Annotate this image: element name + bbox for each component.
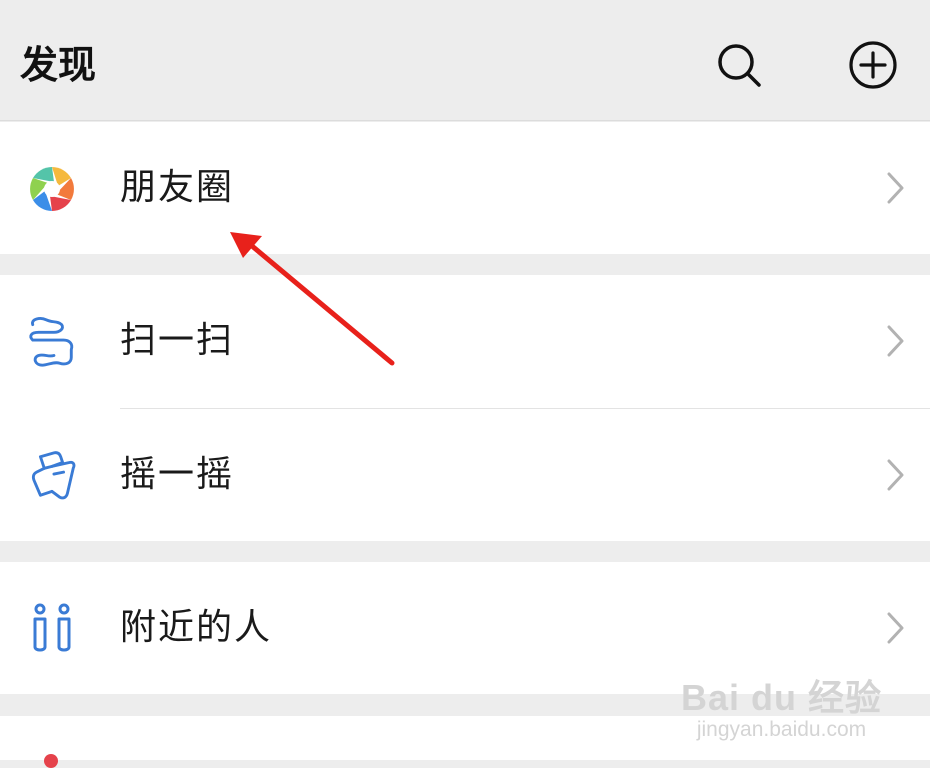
shake-icon	[25, 449, 79, 503]
menu-item-moments-label: 朋友圈	[120, 167, 235, 208]
add-button[interactable]	[848, 40, 898, 90]
chevron-right-icon	[887, 612, 904, 644]
watermark-sub: jingyan.baidu.com	[696, 718, 867, 741]
menu-item-nearby[interactable]: 附近的人	[0, 562, 930, 694]
chevron-right-icon	[887, 459, 904, 491]
menu-item-shake[interactable]: 摇一摇	[0, 409, 930, 541]
menu-item-nearby-label: 附近的人	[120, 607, 273, 648]
chevron-right-icon	[887, 172, 904, 204]
menu-item-scan-label: 扫一扫	[120, 320, 235, 361]
menu-item-scan[interactable]: 扫一扫	[0, 275, 930, 407]
search-icon	[718, 44, 761, 87]
page-title: 发现	[20, 43, 97, 87]
section-moments: 朋友圈	[0, 122, 930, 254]
moments-aperture-icon	[25, 162, 79, 216]
top-bar: 发现	[0, 0, 930, 121]
section-nearby: 附近的人	[0, 562, 930, 694]
section-scan-shake: 扫一扫 摇一摇	[0, 275, 930, 541]
watermark-main: Bai du 经验	[680, 677, 882, 718]
nearby-people-icon	[25, 602, 79, 656]
menu-item-moments[interactable]: 朋友圈	[0, 122, 930, 254]
scan-icon	[25, 315, 79, 369]
search-button[interactable]	[714, 40, 764, 90]
partial-row-icon	[44, 754, 58, 768]
watermark: Bai du 经验 jingyan.baidu.com	[681, 678, 882, 742]
plus-circle-icon	[849, 41, 897, 89]
menu-item-shake-label: 摇一摇	[120, 454, 235, 495]
chevron-right-icon	[887, 325, 904, 357]
